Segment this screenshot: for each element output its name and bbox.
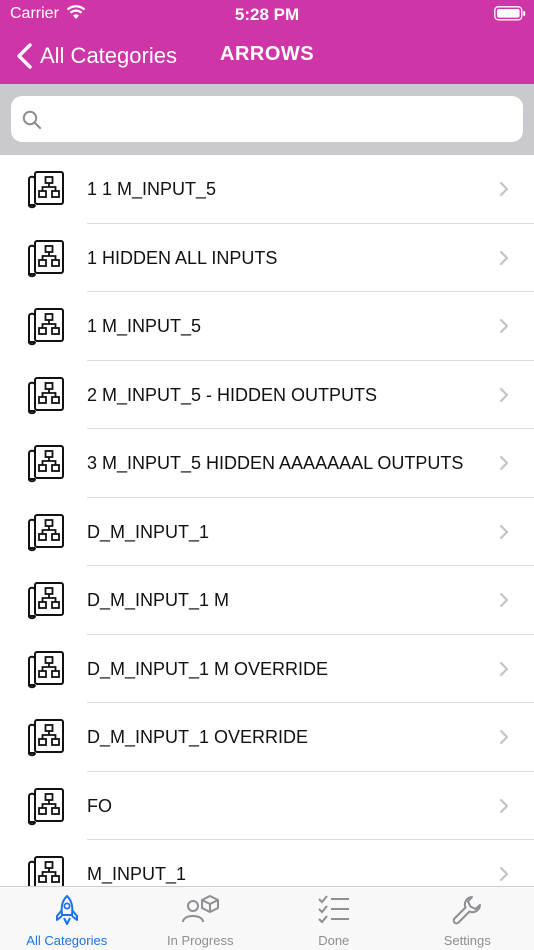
chevron-right-icon xyxy=(499,181,509,197)
chevron-right-icon xyxy=(499,729,509,745)
list-item[interactable]: 1 M_INPUT_5 xyxy=(0,292,534,361)
list-item-label: 1 HIDDEN ALL INPUTS xyxy=(87,247,278,268)
list-item[interactable]: 3 M_INPUT_5 HIDDEN AAAAAAAL OUTPUTS xyxy=(0,429,534,498)
list-item-label: D_M_INPUT_1 M xyxy=(87,590,230,610)
chevron-right-icon xyxy=(499,592,509,608)
search-bar xyxy=(0,84,534,155)
puzzle-diagram-icon xyxy=(28,239,64,277)
tab-in-progress[interactable]: In Progress xyxy=(134,887,268,950)
puzzle-diagram-icon xyxy=(28,719,64,757)
puzzle-diagram-icon xyxy=(28,856,64,886)
puzzle-diagram-icon xyxy=(28,445,64,483)
puzzle-diagram-icon xyxy=(28,582,64,620)
navigation-bar: All Categories ARROWS xyxy=(0,30,534,84)
chevron-right-icon xyxy=(499,455,509,471)
search-input[interactable] xyxy=(11,96,523,142)
puzzle-list: 1 1 M_INPUT_5 1 HIDDEN ALL INPUTS 1 M_INPU… xyxy=(0,155,534,886)
list-item-label: 3 M_INPUT_5 HIDDEN AAAAAAAL OUTPUTS xyxy=(87,453,464,473)
tab-settings[interactable]: Settings xyxy=(401,887,534,950)
puzzle-diagram-icon xyxy=(28,513,64,551)
tab-done[interactable]: Done xyxy=(267,887,401,950)
back-button[interactable]: All Categories xyxy=(14,40,177,72)
list-item-label: D_M_INPUT_1 xyxy=(87,521,210,542)
chevron-right-icon xyxy=(499,318,509,334)
back-button-label: All Categories xyxy=(40,43,177,68)
list-item[interactable]: 2 M_INPUT_5 - HIDDEN OUTPUTS xyxy=(0,361,534,429)
wrench-icon xyxy=(452,896,482,925)
person-box-icon xyxy=(182,895,220,923)
list-item[interactable]: 1 1 M_INPUT_5 xyxy=(0,155,534,224)
list-item[interactable]: M_INPUT_1 xyxy=(0,840,534,886)
search-icon xyxy=(22,110,42,130)
chevron-right-icon xyxy=(499,866,509,882)
list-item[interactable]: FO xyxy=(0,772,534,840)
list-item-label: D_M_INPUT_1 M OVERRIDE xyxy=(87,658,329,679)
rocket-icon xyxy=(55,895,78,925)
list-item[interactable]: 1 HIDDEN ALL INPUTS xyxy=(0,224,534,292)
tab-bar: All Categories In Progress Done Settings xyxy=(0,886,534,950)
puzzle-diagram-icon xyxy=(28,308,64,346)
list-item[interactable]: D_M_INPUT_1 M OVERRIDE xyxy=(0,635,534,703)
list-item-label: 1 M_INPUT_5 xyxy=(87,316,202,336)
puzzle-diagram-icon xyxy=(28,171,64,209)
clock: 5:28 PM xyxy=(234,5,300,24)
chevron-right-icon xyxy=(499,250,509,265)
status-bar: Carrier 5:28 PM xyxy=(0,0,534,30)
tab-label: In Progress xyxy=(167,933,234,948)
tab-label: Done xyxy=(318,933,350,948)
puzzle-diagram-icon xyxy=(28,787,64,825)
battery-icon xyxy=(494,6,526,21)
list-item-label: 1 1 M_INPUT_5 xyxy=(87,179,217,199)
page-title: ARROWS xyxy=(220,43,315,65)
list-item-label: 2 M_INPUT_5 - HIDDEN OUTPUTS xyxy=(87,384,378,405)
chevron-right-icon xyxy=(499,387,509,402)
list-item[interactable]: D_M_INPUT_1 M xyxy=(0,566,534,635)
list-item[interactable]: D_M_INPUT_1 xyxy=(0,498,534,566)
tab-label: All Categories xyxy=(26,933,108,948)
list-item[interactable]: D_M_INPUT_1 OVERRIDE xyxy=(0,703,534,772)
tab-label: Settings xyxy=(443,933,491,948)
puzzle-diagram-icon xyxy=(28,376,64,414)
list-item-label: M_INPUT_1 xyxy=(87,864,187,884)
chevron-left-icon xyxy=(17,43,32,69)
chevron-right-icon xyxy=(499,661,509,676)
checklist-icon xyxy=(318,895,349,924)
chevron-right-icon xyxy=(499,524,509,539)
list-item-label: D_M_INPUT_1 OVERRIDE xyxy=(87,727,309,747)
list-item-label: FO xyxy=(87,795,112,816)
puzzle-diagram-icon xyxy=(28,650,64,688)
chevron-right-icon xyxy=(499,798,509,813)
tab-all-categories[interactable]: All Categories xyxy=(0,887,134,950)
